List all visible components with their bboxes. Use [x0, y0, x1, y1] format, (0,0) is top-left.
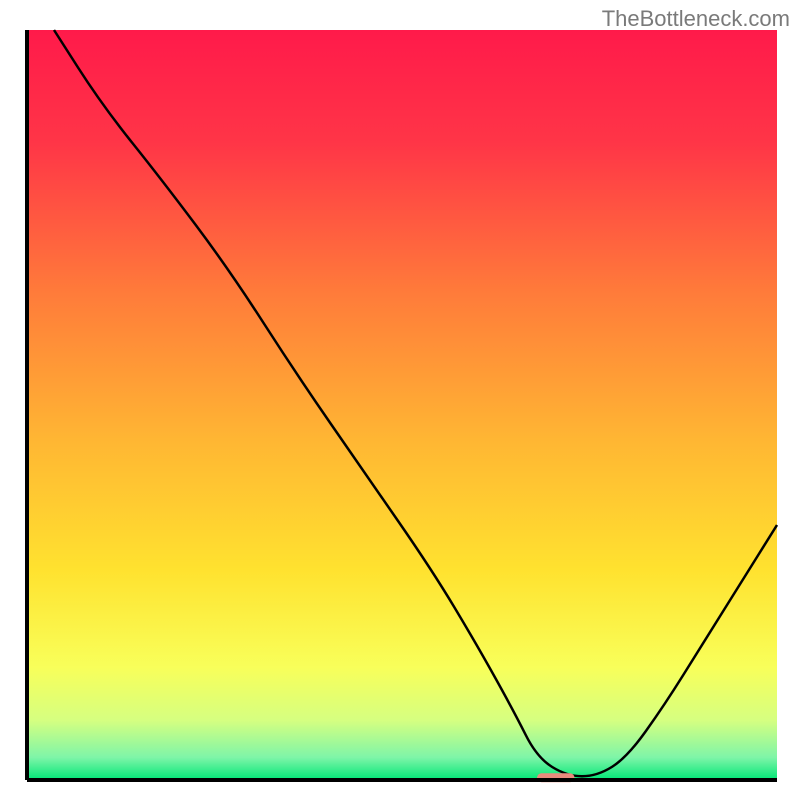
- chart-container: TheBottleneck.com: [0, 0, 800, 800]
- bottleneck-chart: [0, 0, 800, 800]
- watermark-text: TheBottleneck.com: [602, 6, 790, 32]
- plot-background: [27, 30, 777, 780]
